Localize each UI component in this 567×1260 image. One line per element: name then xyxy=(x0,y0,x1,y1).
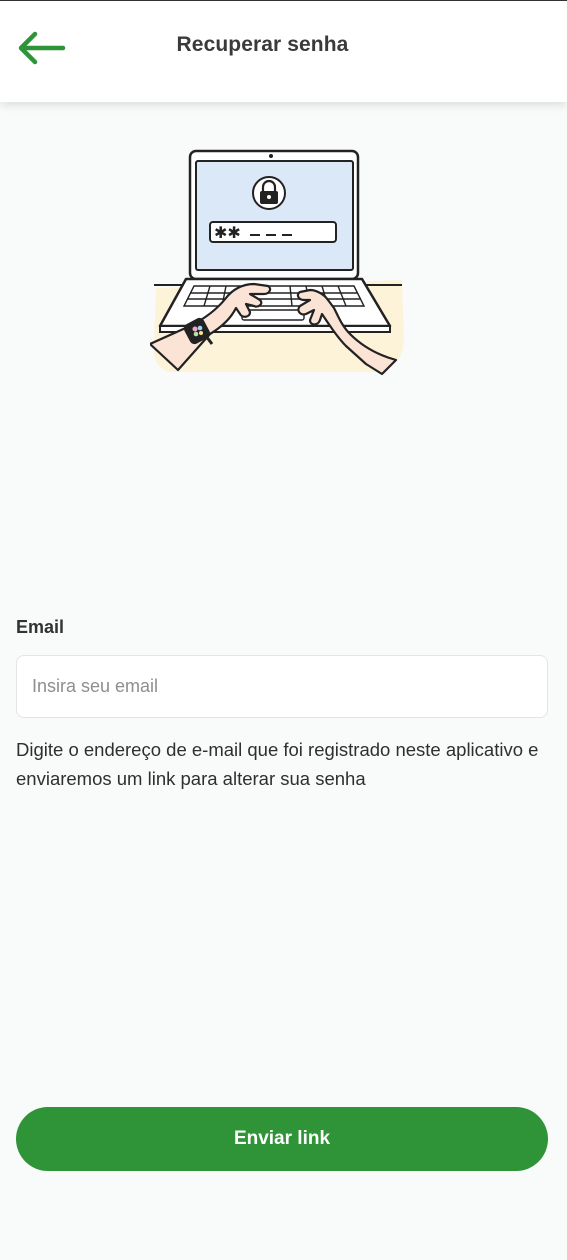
laptop-password-illustration: ✱✱ xyxy=(148,148,410,378)
password-field-icon: ✱✱ xyxy=(209,221,337,243)
page-title-text: Recuperar senha xyxy=(176,33,349,56)
send-link-button[interactable]: Enviar link xyxy=(16,1107,548,1171)
email-label: Email xyxy=(16,617,65,637)
page-title: Recuperar senha xyxy=(0,33,567,57)
svg-text:✱✱: ✱✱ xyxy=(214,223,241,242)
padlock-icon xyxy=(252,176,286,210)
email-input[interactable] xyxy=(16,655,548,718)
help-text: Digite o endereço de e-mail que foi regi… xyxy=(16,739,539,789)
send-link-label: Enviar link xyxy=(233,1128,331,1149)
app-header: Recuperar senha xyxy=(0,1,567,102)
